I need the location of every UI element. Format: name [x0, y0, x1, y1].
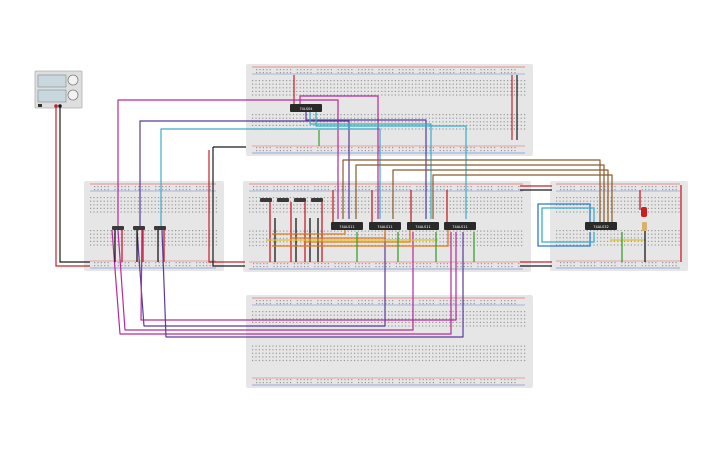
led [641, 207, 647, 217]
ic-chip-mid-3: 74ALS11 [407, 222, 439, 230]
ic-chip-right: 74ALS32 [585, 222, 617, 230]
circuit-diagram: 74LS04 74ALS11 74ALS11 74ALS11 74ALS11 7… [34, 64, 688, 388]
circuit-canvas: 74LS04 74ALS11 74ALS11 74ALS11 74ALS11 7… [0, 0, 725, 453]
ic-chip-mid-2: 74ALS11 [369, 222, 401, 230]
ic-chip-mid-2-label: 74ALS11 [377, 225, 392, 229]
breadboard-right [550, 181, 688, 271]
breadboard-left [84, 181, 224, 271]
breadboard-bottom [246, 295, 533, 388]
resistor [642, 222, 647, 231]
ic-chip-right-label: 74ALS32 [593, 225, 608, 229]
breadboard-top [246, 64, 533, 156]
power-supply [34, 70, 83, 109]
ic-chip-mid-1: 74ALS11 [331, 222, 363, 230]
ic-chip-mid-3-label: 74ALS11 [415, 225, 430, 229]
ic-chip-mid-1-label: 74ALS11 [339, 225, 354, 229]
ic-chip-top: 74LS04 [290, 104, 322, 112]
ic-chip-mid-4: 74ALS11 [444, 222, 476, 230]
ic-chip-top-label: 74LS04 [299, 107, 313, 111]
ic-chip-mid-4-label: 74ALS11 [452, 225, 467, 229]
switches-left [112, 226, 166, 230]
